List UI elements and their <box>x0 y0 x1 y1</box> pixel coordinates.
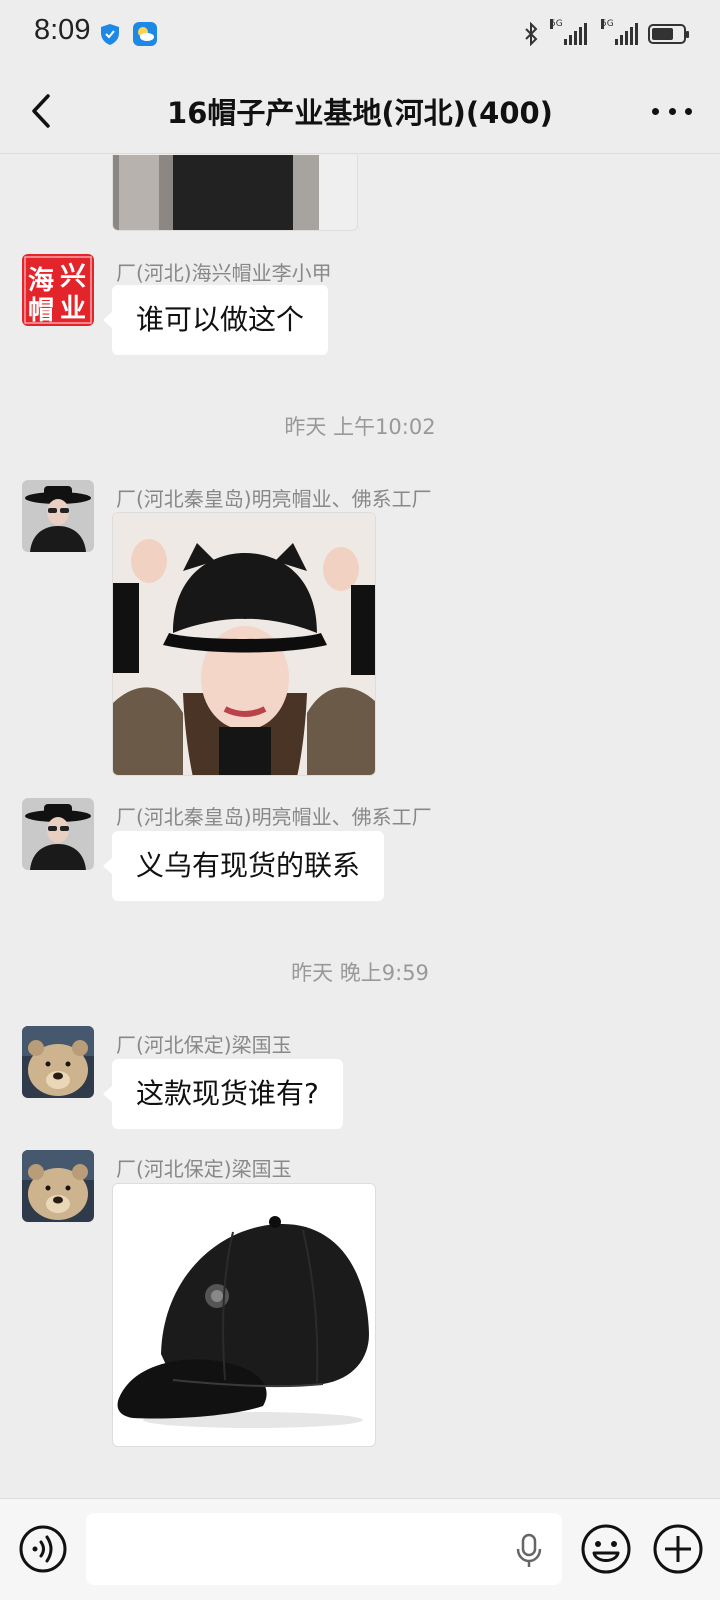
status-icons: 5G 5G <box>522 19 689 48</box>
input-bar <box>0 1498 720 1600</box>
more-button[interactable] <box>652 98 692 124</box>
chat-title: 16帽子产业基地(河北)(400) <box>167 96 553 130</box>
avatar[interactable] <box>22 1150 94 1222</box>
image-message[interactable] <box>112 512 376 776</box>
bear-avatar <box>22 1026 94 1098</box>
shield-app-icon <box>98 22 122 46</box>
message-bubble[interactable]: 这款现货谁有? <box>103 1059 343 1129</box>
voice-mode-icon <box>19 1525 67 1573</box>
microphone-icon <box>516 1533 542 1567</box>
image-message[interactable] <box>112 155 358 231</box>
sender-name: 厂(河北)海兴帽业李小甲 <box>116 261 332 285</box>
emoji-button[interactable] <box>580 1523 632 1575</box>
bluetooth-icon <box>525 22 538 46</box>
message-bubble[interactable]: 义乌有现货的联系 <box>102 831 385 901</box>
plus-button[interactable] <box>652 1523 704 1575</box>
avatar[interactable] <box>22 480 94 552</box>
message-bubble[interactable]: 谁可以做这个 <box>102 285 329 355</box>
chevron-left-icon <box>32 94 50 128</box>
status-time: 8:09 <box>34 14 91 46</box>
avatar[interactable] <box>22 1026 94 1098</box>
bear-avatar <box>22 1150 94 1222</box>
woman-in-black-hat-avatar <box>22 798 94 870</box>
battery-icon <box>648 24 689 44</box>
sender-name: 厂(河北保定)梁国玉 <box>116 1033 292 1057</box>
emoji-icon <box>581 1524 631 1574</box>
seal-char: 帽 <box>28 296 55 326</box>
weather-app-icon <box>133 22 157 46</box>
avatar[interactable]: 海 兴 帽 业 <box>22 254 94 326</box>
plus-icon <box>653 1524 703 1574</box>
voice-mode-button[interactable] <box>18 1524 68 1574</box>
avatar[interactable] <box>22 798 94 870</box>
sender-name: 厂(河北秦皇岛)明亮帽业、佛系工厂 <box>116 487 432 511</box>
fur-hat-photo <box>113 155 357 230</box>
status-bar: 8:09 5G 5G <box>0 0 720 68</box>
back-button[interactable] <box>22 86 62 136</box>
more-dots-icon <box>652 107 659 115</box>
black-baseball-cap-photo <box>113 1184 375 1446</box>
message-list[interactable]: 海 兴 帽 业 厂(河北)海兴帽业李小甲 谁可以做这个 昨天 上午10:02 厂… <box>0 155 720 1498</box>
seal-char: 业 <box>60 294 87 324</box>
timestamp: 昨天 上午10:02 <box>284 415 436 439</box>
timestamp: 昨天 晚上9:59 <box>291 961 429 985</box>
chat-header: 16帽子产业基地(河北)(400) <box>0 68 720 154</box>
sender-name: 厂(河北秦皇岛)明亮帽业、佛系工厂 <box>116 805 432 829</box>
woman-in-black-hat-avatar <box>22 480 94 552</box>
microphone-button[interactable] <box>514 1533 544 1569</box>
woman-wearing-black-cat-ear-cap-photo <box>113 513 375 775</box>
message-input[interactable] <box>86 1513 562 1585</box>
signal-icon: 5G <box>550 19 587 45</box>
signal-icon: 5G <box>601 19 638 45</box>
image-message[interactable] <box>112 1183 376 1447</box>
sender-name: 厂(河北保定)梁国玉 <box>116 1157 292 1181</box>
